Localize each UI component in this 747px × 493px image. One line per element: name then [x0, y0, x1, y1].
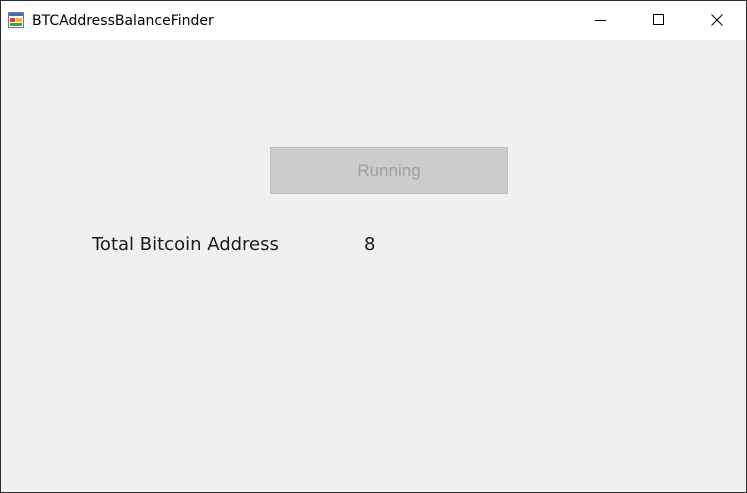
run-button[interactable]: Running [270, 147, 508, 194]
maximize-icon [653, 11, 665, 30]
close-button[interactable] [688, 1, 746, 40]
close-icon [711, 11, 723, 30]
windows-form-icon [8, 12, 24, 28]
window-title: BTCAddressBalanceFinder [32, 13, 214, 29]
minimize-icon [595, 11, 607, 30]
title-bar[interactable]: BTCAddressBalanceFinder [1, 1, 746, 40]
main-panel: Running Total Bitcoin Address 8 [1, 40, 746, 492]
minimize-button[interactable] [572, 1, 630, 40]
maximize-button[interactable] [630, 1, 688, 40]
app-window: BTCAddressBalanceFinder Running Total Bi… [0, 0, 747, 493]
total-address-label: Total Bitcoin Address [92, 234, 279, 255]
total-address-value: 8 [364, 234, 376, 255]
